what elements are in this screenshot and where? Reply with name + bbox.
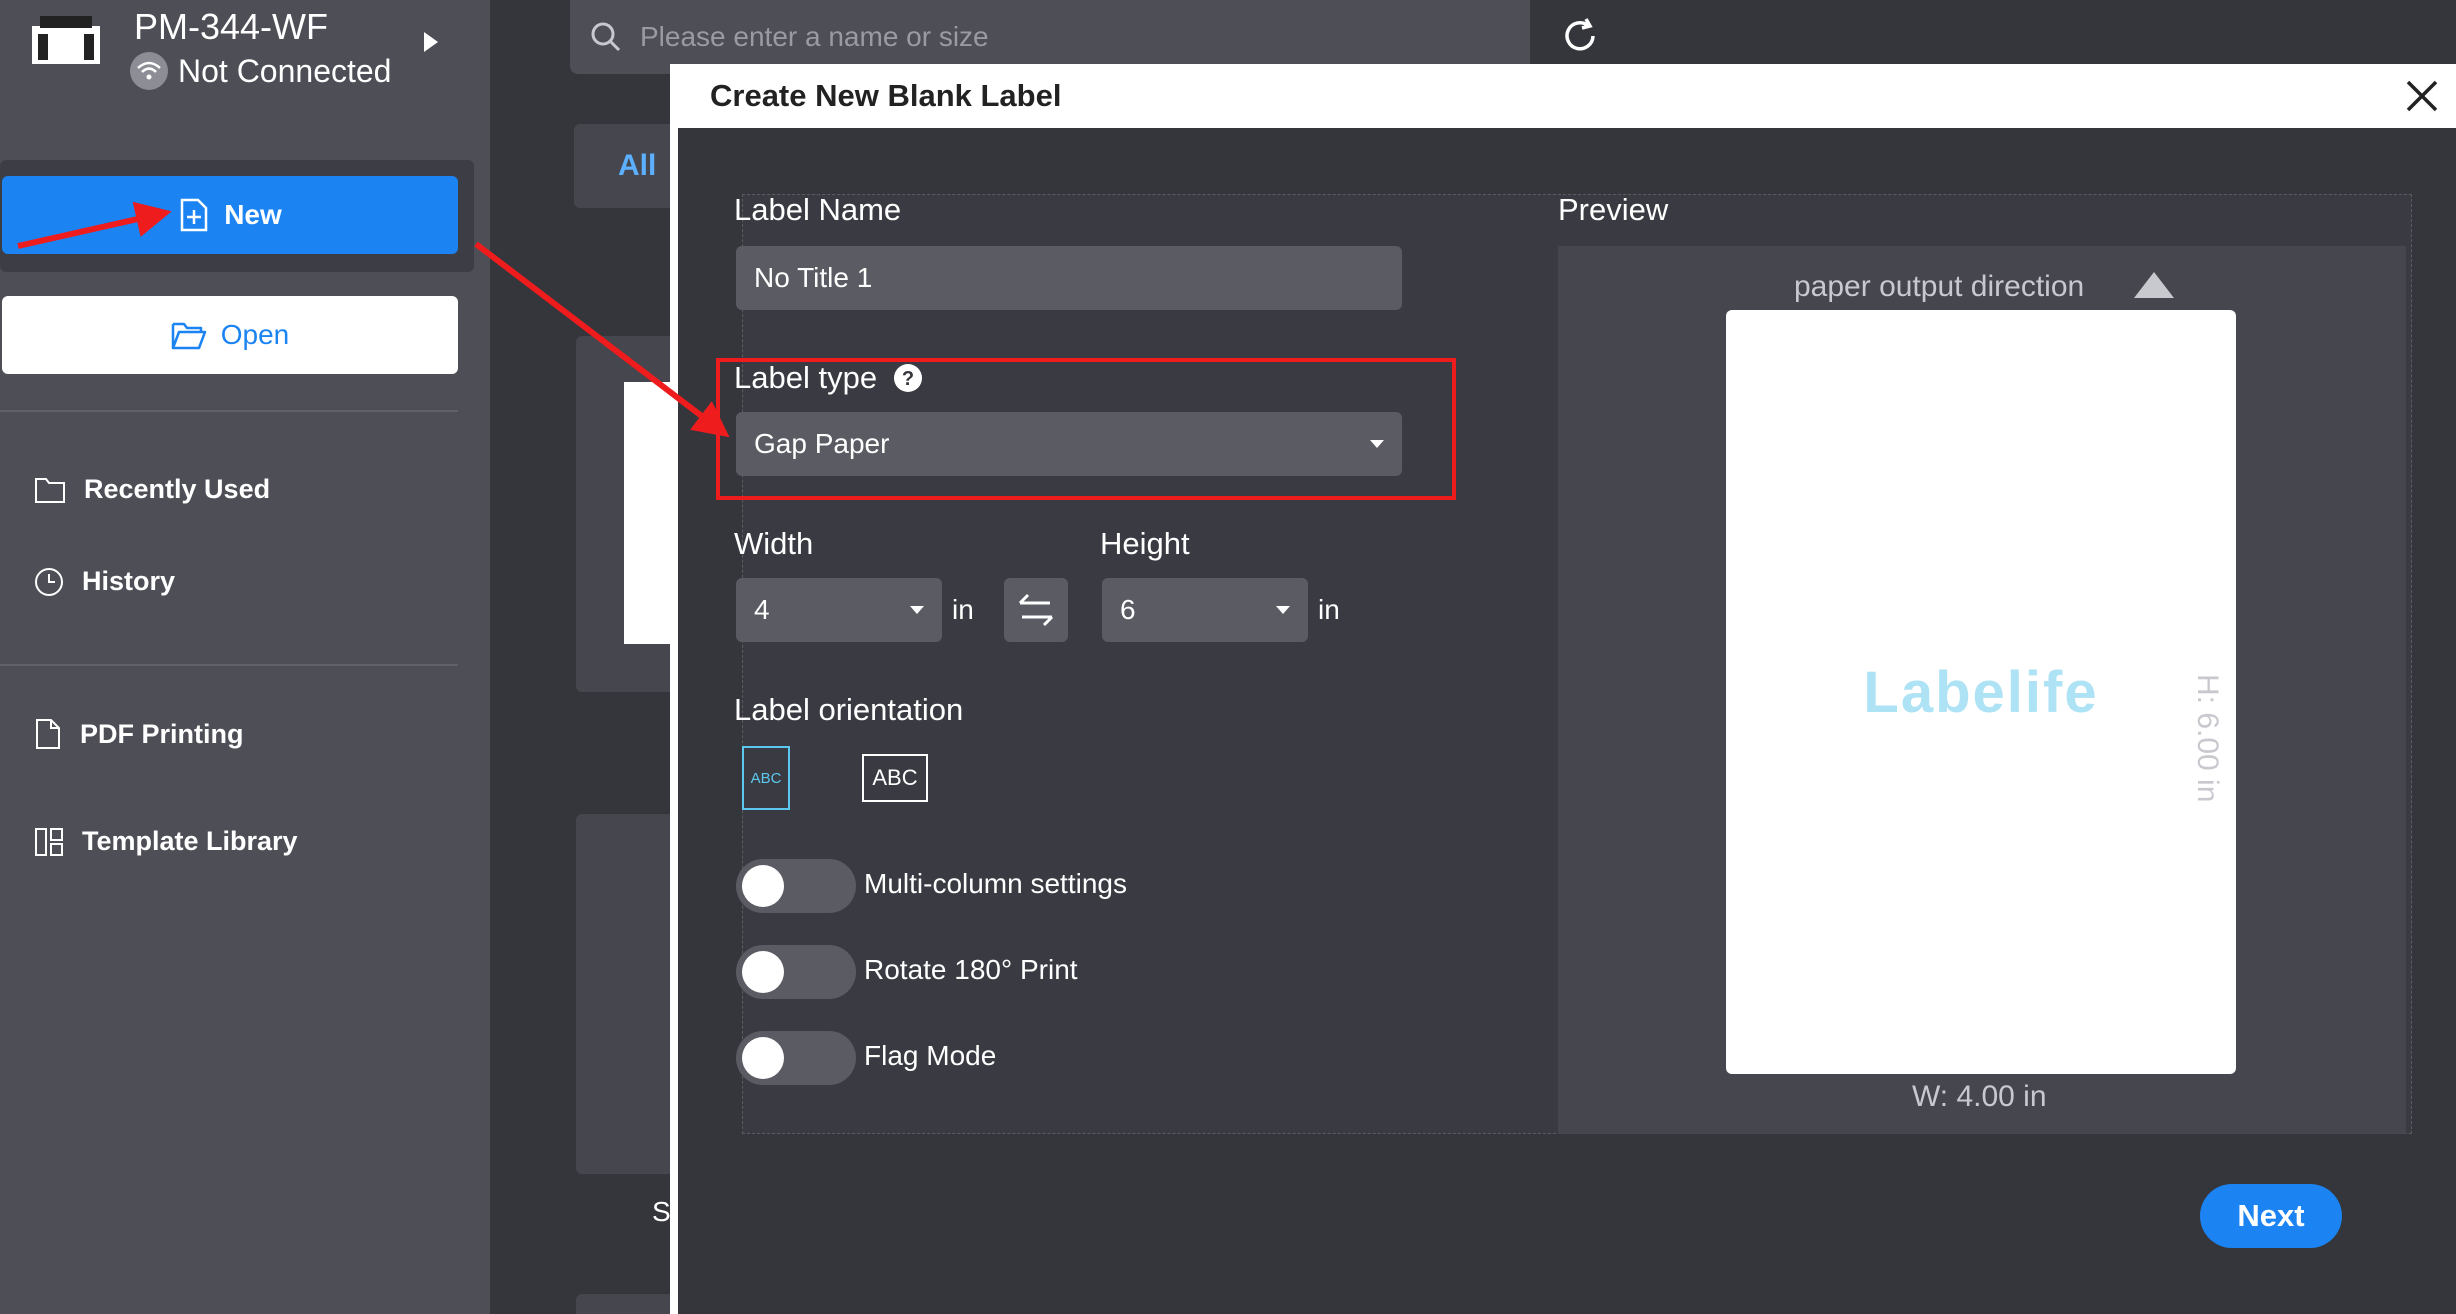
open-button-label: Open [220, 319, 290, 350]
label-name-input[interactable]: No Title 1 [736, 246, 1402, 310]
preview-label: Preview [1558, 192, 1669, 227]
next-button-label: Next [2237, 1198, 2305, 1233]
chevron-down-icon [1276, 606, 1290, 614]
label-name-value: No Title 1 [754, 262, 873, 293]
flag-mode-toggle[interactable] [736, 1031, 856, 1085]
new-file-icon [180, 198, 208, 232]
clock-icon [35, 567, 63, 596]
new-button-label: New [224, 199, 282, 230]
sidebar-item-recently-used[interactable]: Recently Used [34, 474, 270, 505]
folder-open-icon [171, 322, 206, 350]
close-icon[interactable] [2402, 76, 2442, 116]
sidebar-item-label: History [82, 566, 176, 596]
label-preview-paper: Labelife [1726, 310, 2236, 1074]
search-icon [591, 22, 621, 52]
sidebar-divider [0, 664, 458, 666]
rotate-180-label: Rotate 180° Print [864, 954, 1078, 985]
width-label: Width [734, 526, 814, 561]
orientation-portrait-option[interactable]: ABC [742, 746, 790, 810]
expand-arrow-icon[interactable] [424, 32, 438, 52]
sidebar-item-label: PDF Printing [80, 718, 244, 749]
multi-column-toggle[interactable] [736, 859, 856, 913]
sidebar-item-label: Template Library [82, 826, 298, 856]
new-button[interactable]: New [2, 176, 458, 254]
folder-icon [35, 477, 65, 503]
sidebar-item-pdf-printing[interactable]: PDF Printing [34, 718, 244, 750]
connection-status[interactable]: Not Connected [130, 52, 391, 90]
file-icon [36, 719, 60, 749]
refresh-icon[interactable] [1560, 16, 1600, 56]
height-label: Height [1100, 526, 1190, 561]
swap-dimensions-button[interactable] [1004, 578, 1068, 642]
sidebar-item-template-library[interactable]: Template Library [34, 826, 298, 857]
height-unit: in [1318, 594, 1340, 625]
label-name-label: Label Name [734, 192, 902, 227]
annotation-highlight-box [716, 358, 1456, 500]
search-input[interactable] [640, 21, 1440, 53]
preview-width-text: W: 4.00 in [1912, 1080, 2047, 1113]
next-button[interactable]: Next [2200, 1184, 2342, 1248]
printer-icon [32, 16, 100, 64]
wifi-icon [130, 52, 168, 90]
flag-mode-label: Flag Mode [864, 1040, 997, 1071]
open-button[interactable]: Open [2, 296, 458, 374]
orientation-landscape-text: ABC [872, 765, 918, 790]
swap-icon [1018, 593, 1054, 627]
orientation-landscape-option[interactable]: ABC [862, 754, 928, 802]
preview-height-text: H: 6.00 in [2191, 674, 2224, 803]
height-value: 6 [1120, 594, 1136, 625]
labelife-logo: Labelife [1863, 659, 2099, 725]
sidebar-divider [0, 410, 458, 412]
width-unit: in [952, 594, 974, 625]
dialog-title: Create New Blank Label [710, 78, 1062, 113]
triangle-up-icon [2134, 272, 2174, 298]
orientation-portrait-text: ABC [750, 769, 782, 787]
paper-direction-text: paper output direction [1794, 270, 2085, 303]
template-card-caption: S [652, 1196, 671, 1227]
search-bar [570, 0, 1530, 74]
connection-status-text: Not Connected [178, 52, 392, 89]
chevron-down-icon [910, 606, 924, 614]
grid-icon [35, 827, 63, 856]
sidebar-item-history[interactable]: History [34, 566, 175, 597]
width-value: 4 [754, 594, 770, 625]
rotate-180-toggle[interactable] [736, 945, 856, 999]
dialog-header: Create New Blank Label [678, 64, 2456, 128]
multi-column-label: Multi-column settings [864, 868, 1127, 899]
printer-name: PM-344-WF [134, 6, 329, 47]
label-orientation-label: Label orientation [734, 692, 964, 727]
sidebar-item-label: Recently Used [84, 474, 271, 504]
